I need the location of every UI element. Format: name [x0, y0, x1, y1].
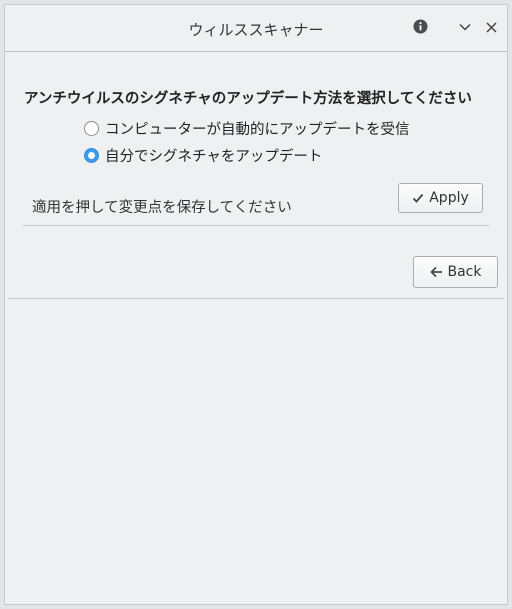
radio-manual-update-label: 自分でシグネチャをアップデート [105, 148, 323, 165]
back-button-label: Back [447, 264, 482, 280]
divider [8, 298, 504, 299]
divider [23, 225, 489, 226]
radio-button-checked[interactable] [84, 147, 99, 163]
info-button[interactable] [409, 17, 431, 39]
radio-button-unchecked[interactable] [84, 120, 99, 136]
back-button[interactable]: Back [413, 256, 498, 288]
minimize-button[interactable] [454, 17, 476, 39]
radio-auto-update-label: コンピューターが自動的にアップデートを受信 [105, 121, 410, 138]
update-method-heading: アンチウイルスのシグネチャのアップデート方法を選択してください [24, 91, 472, 107]
window-title: ウィルススキャナー [188, 21, 324, 39]
apply-button-label: Apply [429, 190, 469, 206]
radio-manual-update[interactable]: 自分でシグネチャをアップデート [84, 145, 322, 165]
arrow-left-icon [429, 266, 443, 278]
apply-hint-text: 適用を押して変更点を保存してください [32, 200, 292, 216]
close-button[interactable] [480, 17, 502, 39]
chevron-down-icon [458, 19, 472, 38]
apply-button[interactable]: Apply [398, 183, 483, 213]
title-bar: ウィルススキャナー [5, 5, 507, 52]
radio-auto-update[interactable]: コンピューターが自動的にアップデートを受信 [84, 118, 410, 138]
checkmark-icon [412, 192, 424, 204]
main-content: アンチウイルスのシグネチャのアップデート方法を選択してください コンピューターが… [5, 52, 507, 604]
info-icon [413, 19, 428, 38]
close-icon [485, 19, 498, 38]
virus-scanner-window: ウィルススキャナー アンチウイルスのシグネチャのアップデート方法を選択してくださ… [4, 4, 508, 605]
